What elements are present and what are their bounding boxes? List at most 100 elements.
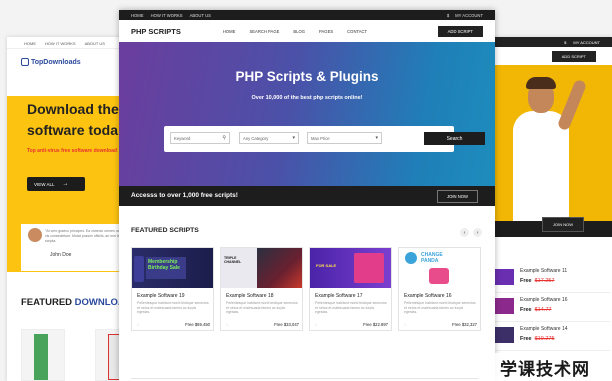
- main-currency-switch[interactable]: $: [447, 13, 449, 18]
- site-logo[interactable]: PHP SCRIPTS: [131, 27, 181, 36]
- price-select[interactable]: Max Price ▾: [307, 132, 382, 144]
- left-topbar: HOME HOW IT WORKS ABOUT US: [7, 37, 132, 49]
- comment-icon: ◌: [226, 322, 229, 327]
- left-top-home[interactable]: HOME: [24, 41, 36, 48]
- menu-contact[interactable]: CONTACT: [347, 29, 367, 34]
- left-featured-title: FEATURED DOWNLOAD: [21, 297, 132, 308]
- software-box-image: [34, 334, 48, 380]
- list-item-price: Free $17.257: [520, 278, 555, 284]
- card-art-shape: [354, 253, 384, 283]
- product-box-1[interactable]: [21, 329, 65, 381]
- keyword-input[interactable]: Keyword ⚲: [170, 132, 230, 144]
- script-card[interactable]: Membership Birthday Sale Example Softwar…: [131, 247, 214, 331]
- keyword-placeholder: Keyword: [174, 135, 191, 141]
- main-my-account-link[interactable]: MY ACCOUNT: [455, 13, 483, 18]
- card-price: Free $22.897: [363, 322, 388, 327]
- card-description: Pellentesque habitant morbi tristique se…: [137, 301, 209, 315]
- card-art-shape: [429, 268, 449, 284]
- main-top-about[interactable]: ABOUT US: [190, 13, 211, 18]
- my-account-link[interactable]: MY ACCOUNT: [573, 40, 600, 45]
- next-arrow-button[interactable]: ›: [473, 228, 482, 237]
- comment-icon: ◌: [315, 322, 318, 327]
- list-item-title: Example Software 14: [520, 326, 568, 332]
- price-old: $19.275: [534, 336, 555, 342]
- view-all-label: VIEW ALL: [34, 181, 55, 187]
- menu-search-page[interactable]: SEARCH PAGE: [249, 29, 279, 34]
- list-thumb: [494, 327, 514, 343]
- left-featured-a: FEATURED: [21, 297, 73, 308]
- card-footer: ◌ Free $33,047: [226, 322, 299, 327]
- left-hero-title: Download the software toda: [27, 99, 119, 141]
- card-title: Example Software 19: [137, 293, 185, 299]
- category-value: Any Category: [243, 135, 269, 141]
- price-free: Free: [520, 336, 532, 342]
- hero-subtitle: Over 10,000 of the best php scripts onli…: [251, 95, 363, 101]
- chevron-left-icon: ‹: [463, 229, 466, 236]
- left-hero-line-2: software toda: [27, 122, 119, 138]
- main-menu: HOME SEARCH PAGE BLOG PAGES CONTACT: [223, 29, 367, 34]
- price-old: $14.77: [534, 307, 552, 313]
- left-top-how[interactable]: HOW IT WORKS: [45, 41, 76, 48]
- arrow-right-icon: →: [62, 181, 69, 187]
- main-page-preview: HOME HOW IT WORKS ABOUT US $ MY ACCOUNT …: [119, 10, 495, 381]
- prev-arrow-button[interactable]: ‹: [460, 228, 469, 237]
- watermark: 学课技术网: [478, 353, 612, 381]
- card-description: Pellentesque habitant morbi tristique se…: [226, 301, 298, 315]
- hero-title: PHP Scripts & Plugins: [235, 69, 379, 84]
- watermark-text: 学课技术网: [500, 359, 590, 380]
- card-art-shape: [134, 256, 144, 282]
- card-footer: ◌ Free $69.450: [137, 322, 210, 327]
- right-join-now-button[interactable]: JOIN NOW: [542, 217, 584, 232]
- search-button[interactable]: Search: [424, 132, 485, 145]
- list-item[interactable]: Example Software 16 Free $14.77: [494, 294, 610, 322]
- card-title: Example Software 18: [226, 293, 274, 299]
- price-free: Free: [520, 278, 532, 284]
- script-card[interactable]: TRIPLE CHANNEL Example Software 18 Pelle…: [220, 247, 303, 331]
- main-top-home[interactable]: HOME: [131, 13, 144, 18]
- price-old: $17.257: [534, 278, 555, 284]
- view-all-button[interactable]: VIEW ALL →: [27, 177, 85, 191]
- category-select[interactable]: Any Category ▾: [239, 132, 299, 144]
- card-price: Free $69.450: [185, 322, 210, 327]
- list-item[interactable]: Example Software 11 Free $17.257: [494, 265, 610, 293]
- main-navbar: PHP SCRIPTS HOME SEARCH PAGE BLOG PAGES …: [119, 20, 495, 42]
- card-description: Pellentesque habitant morbi tristique se…: [404, 301, 476, 315]
- right-page-preview: $ MY ACCOUNT ADD SCRIPT JOIN NOW Example…: [490, 37, 612, 381]
- script-card[interactable]: FOR SALE Example Software 17 Pellentesqu…: [309, 247, 392, 331]
- menu-blog[interactable]: BLOG: [293, 29, 305, 34]
- price-free: Free: [520, 307, 532, 313]
- card-price: Free $32,327: [452, 322, 477, 327]
- left-logo[interactable]: TopDownloads: [7, 49, 132, 75]
- main-topbar: HOME HOW IT WORKS ABOUT US $ MY ACCOUNT: [119, 10, 495, 20]
- card-image: CHANGE PANDA: [399, 248, 480, 288]
- list-item[interactable]: Example Software 14 Free $19.275: [494, 323, 610, 351]
- right-add-script-button[interactable]: ADD SCRIPT: [551, 50, 596, 62]
- menu-pages[interactable]: PAGES: [319, 29, 333, 34]
- price-value: Max Price: [311, 135, 330, 141]
- menu-home[interactable]: HOME: [223, 29, 236, 34]
- script-card[interactable]: CHANGE PANDA Example Software 16 Pellent…: [398, 247, 481, 331]
- left-top-about[interactable]: ABOUT US: [85, 41, 105, 48]
- main-top-how[interactable]: HOW IT WORKS: [151, 13, 183, 18]
- chevron-down-icon: ▾: [375, 135, 378, 141]
- right-navbar: ADD SCRIPT: [490, 47, 612, 65]
- left-hero-line-1: Download the: [27, 101, 119, 117]
- list-thumb: [494, 269, 514, 285]
- left-page-preview: HOME HOW IT WORKS ABOUT US TopDownloads …: [7, 37, 132, 381]
- add-script-button[interactable]: ADD SCRIPT: [437, 25, 483, 37]
- screenshot-canvas: HOME HOW IT WORKS ABOUT US TopDownloads …: [0, 0, 612, 381]
- card-footer: ◌ Free $22.897: [315, 322, 388, 327]
- testimonial-quote: "At vero graeco principes. Ea vivendo om…: [45, 229, 129, 243]
- testimonial-name: John Doe: [50, 252, 72, 258]
- card-price: Free $33,047: [274, 322, 299, 327]
- card-image: FOR SALE: [310, 248, 391, 288]
- card-art-text: FOR SALE: [316, 263, 337, 268]
- card-footer: ◌ Free $32,327: [404, 322, 477, 327]
- comment-icon: ◌: [404, 322, 407, 327]
- cta-text: Accesss to over 1,000 free scripts!: [131, 192, 238, 199]
- join-now-button[interactable]: JOIN NOW: [437, 190, 478, 203]
- search-panel: Keyword ⚲ Any Category ▾ Max Price ▾ Sea…: [164, 126, 485, 152]
- download-icon: [21, 58, 29, 66]
- card-art-text: Membership Birthday Sale: [146, 257, 186, 279]
- currency-switch[interactable]: $: [564, 40, 566, 45]
